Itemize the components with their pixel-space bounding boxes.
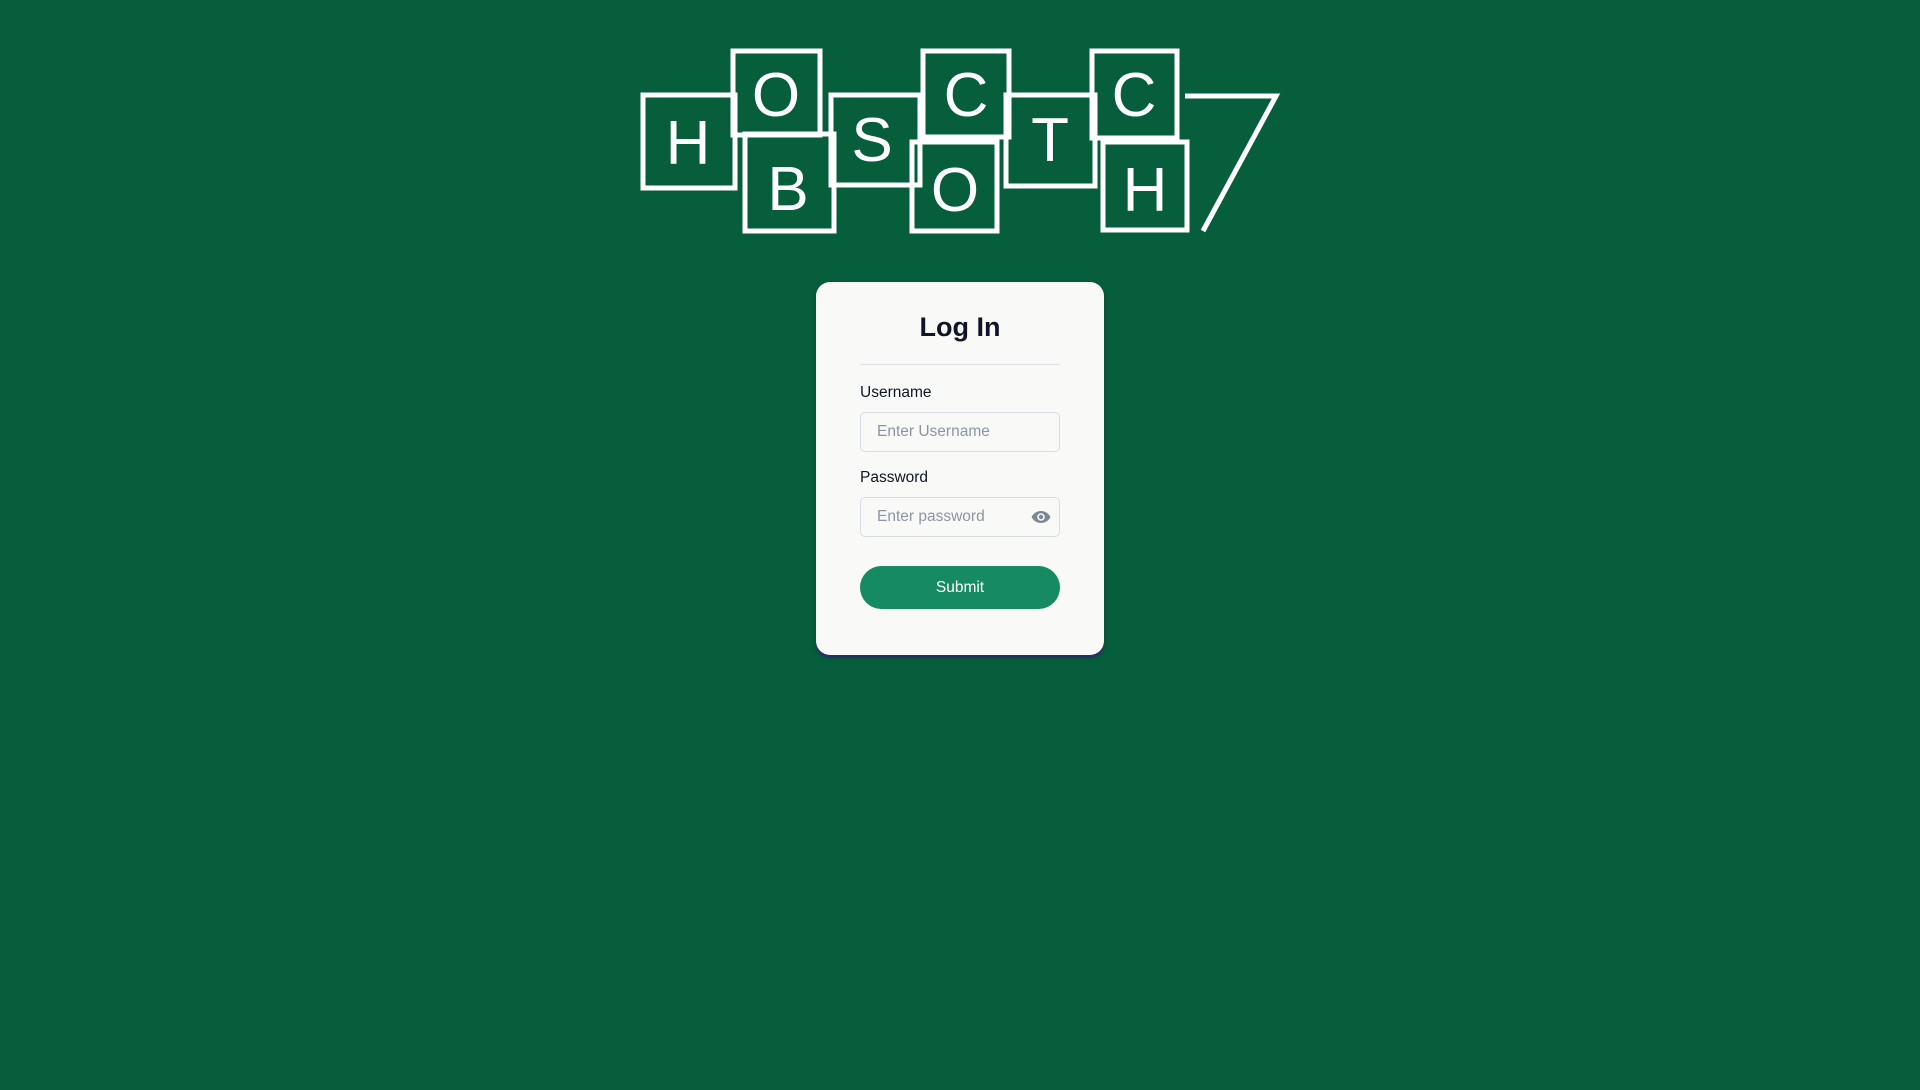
logo-letter-s: S [851,106,892,175]
logo-graphic: H O B S C O T C H [640,48,1281,234]
username-label: Username [860,384,932,401]
logo-letter-c1: C [944,61,989,130]
title-divider [860,364,1060,365]
logo-letter-o1: O [752,61,800,130]
username-input-wrapper [860,412,1060,452]
logo-letter-h2: H [1123,156,1168,225]
logo-letter-h1: H [666,109,711,178]
login-title: Log In [919,312,1001,342]
password-input-wrapper [860,497,1060,537]
hopscotch-logo: H O B S C O T C H [640,48,1282,235]
logo-letter-c2: C [1112,61,1157,130]
logo-letter-o2: O [931,156,979,225]
logo-letter-t: T [1031,106,1069,175]
login-card: Log In Username Password Submit [816,282,1104,655]
logo-tail [1185,93,1281,233]
username-input[interactable] [860,412,1060,452]
submit-button[interactable]: Submit [860,566,1060,609]
logo-letter-b: B [767,155,808,224]
password-label: Password [860,469,929,486]
eye-icon[interactable] [1030,507,1052,527]
